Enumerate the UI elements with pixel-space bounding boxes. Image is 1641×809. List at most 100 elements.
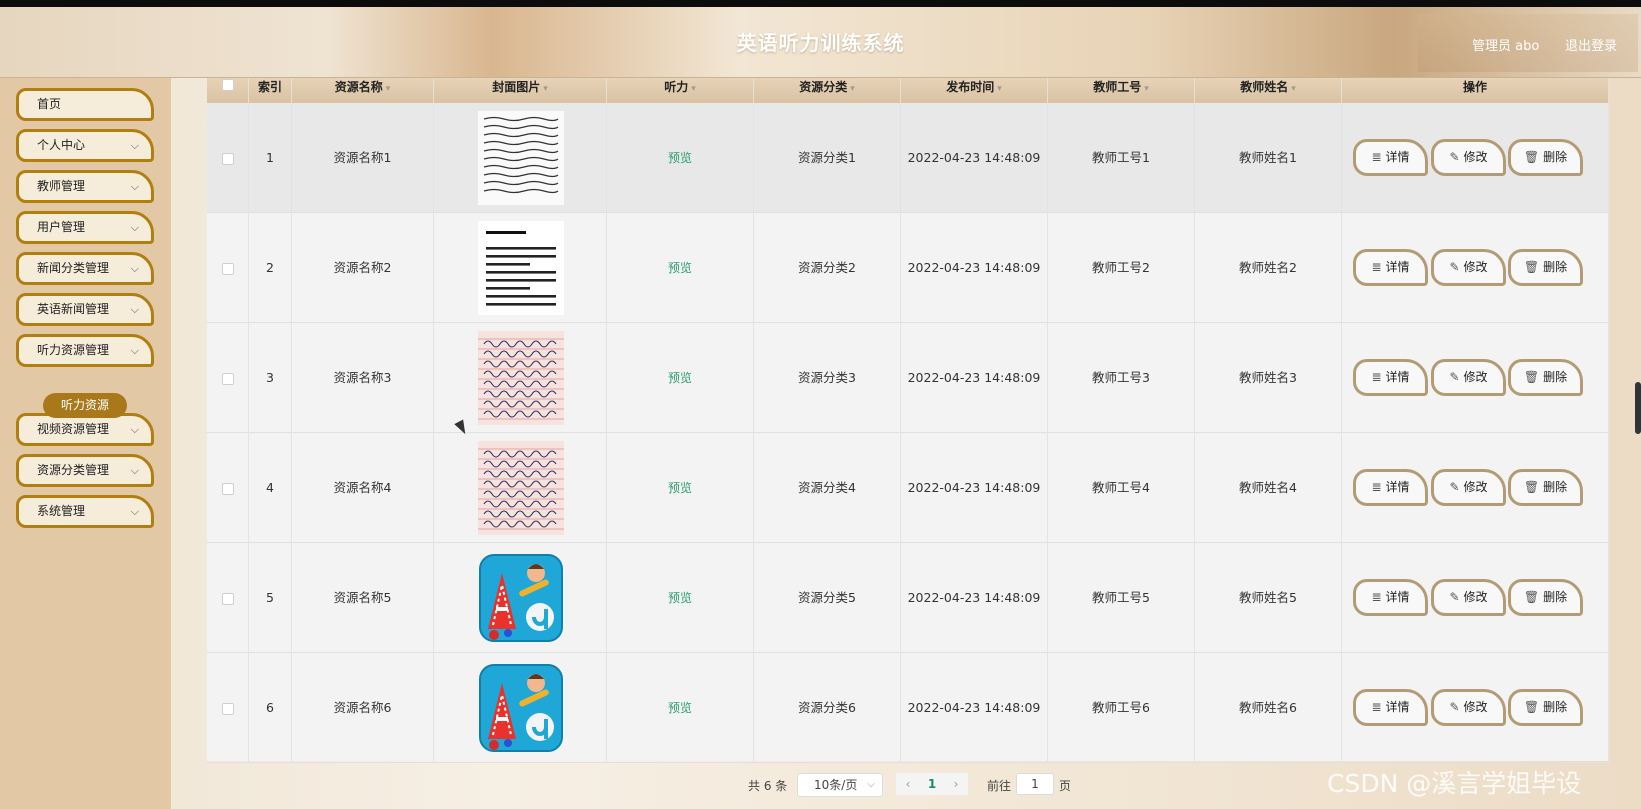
sidebar-item[interactable]: 用户管理 ⌵	[16, 211, 154, 244]
delete-button-label: 删除	[1543, 480, 1568, 494]
edit-button[interactable]: ✎ 修改	[1431, 249, 1506, 286]
column-header[interactable]: 封面图片 ▾	[434, 78, 607, 103]
edit-button[interactable]: ✎ 修改	[1431, 469, 1506, 506]
sidebar-subitem-active[interactable]: 听力资源	[43, 393, 127, 418]
prev-page-button[interactable]: ‹	[896, 773, 920, 795]
delete-button[interactable]: 🗑 删除	[1508, 139, 1583, 176]
cell-teacher-no-text: 教师工号3	[1092, 370, 1150, 385]
cell-index-text: 3	[266, 370, 274, 385]
delete-button[interactable]: 🗑 删除	[1508, 689, 1583, 726]
sort-icon[interactable]: ▾	[1144, 84, 1149, 94]
sidebar-item-label: 资源分类管理	[37, 463, 110, 477]
column-header[interactable]: 听力 ▾	[607, 78, 754, 103]
cell-teacher-name: 教师姓名1	[1195, 103, 1342, 213]
select-all-checkbox[interactable]	[221, 78, 234, 91]
detail-button[interactable]: ≣ 详情	[1353, 469, 1428, 506]
cell-audio-text[interactable]: 预览	[668, 371, 692, 385]
delete-button[interactable]: 🗑 删除	[1508, 359, 1583, 396]
edit-button[interactable]: ✎ 修改	[1431, 139, 1506, 176]
row-checkbox[interactable]	[221, 592, 234, 605]
column-header-label: 资源名称	[334, 80, 383, 94]
goto-page-input[interactable]: 1	[1016, 773, 1054, 795]
sidebar-item[interactable]: 英语新闻管理 ⌵	[16, 293, 154, 326]
column-header-label: 教师姓名	[1240, 80, 1289, 94]
cell-audio-text[interactable]: 预览	[668, 261, 692, 275]
sort-icon[interactable]: ▾	[850, 84, 855, 94]
cell-audio-text[interactable]: 预览	[668, 481, 692, 495]
cell-time-text: 2022-04-23 14:48:09	[907, 370, 1041, 385]
document-icon: ≣	[1371, 590, 1382, 604]
column-header-label: 发布时间	[946, 80, 995, 94]
delete-button[interactable]: 🗑 删除	[1508, 579, 1583, 616]
edit-button[interactable]: ✎ 修改	[1431, 579, 1506, 616]
logout-link[interactable]: 退出登录	[1565, 35, 1617, 54]
column-header[interactable]: 教师姓名 ▾	[1195, 78, 1342, 103]
cell-teacher-no: 教师工号5	[1048, 543, 1195, 653]
row-checkbox[interactable]	[221, 152, 234, 165]
cell-cover	[434, 213, 607, 323]
delete-button[interactable]: 🗑 删除	[1508, 249, 1583, 286]
cell-category: 资源分类5	[754, 543, 901, 653]
sidebar: 首页 个人中心 ⌵ 教师管理 ⌵ 用户管理 ⌵ 新闻分类管理 ⌵ 英语新闻管理 ⌵ 听力资源管理 ⌵ 视频…	[0, 78, 171, 809]
row-checkbox[interactable]	[221, 262, 234, 275]
detail-button[interactable]: ≣ 详情	[1353, 139, 1428, 176]
page-number-current[interactable]: 1	[920, 773, 944, 795]
edit-button[interactable]: ✎ 修改	[1431, 359, 1506, 396]
cell-teacher-name-text: 教师姓名1	[1239, 150, 1297, 165]
table-row[interactable]: 4 资源名称4 预览 资源分类4 2022-04-23 14:48:09 教师工号4 教师姓…	[207, 433, 1609, 543]
sidebar-item[interactable]: 资源分类管理 ⌵	[16, 454, 154, 487]
sort-icon[interactable]: ▾	[1291, 84, 1296, 94]
cell-audio-text[interactable]: 预览	[668, 701, 692, 715]
table-row[interactable]: 6 资源名称6 预览 资源分类6 2022-04-23 14:48:09 教师工号6 教师姓…	[207, 653, 1609, 763]
chevron-down-icon: ⌵	[130, 180, 139, 193]
detail-button[interactable]: ≣ 详情	[1353, 359, 1428, 396]
cell-name: 资源名称6	[292, 653, 434, 763]
column-header[interactable]: 操作	[1342, 78, 1609, 103]
table-row[interactable]: 5 资源名称5 预览 资源分类5 2022-04-23 14:48:09 教师工号5 教师姓…	[207, 543, 1609, 653]
row-checkbox[interactable]	[221, 482, 234, 495]
delete-button[interactable]: 🗑 删除	[1508, 469, 1583, 506]
column-header[interactable]: 资源名称 ▾	[292, 78, 434, 103]
table-row[interactable]: 3 资源名称3 预览 资源分类3 2022-04-23 14:48:09 教师工号3 教师姓…	[207, 323, 1609, 433]
cell-actions: ≣ 详情 ✎ 修改 🗑 删除	[1342, 543, 1609, 653]
sidebar-item-label: 新闻分类管理	[37, 261, 110, 275]
detail-button[interactable]: ≣ 详情	[1353, 249, 1428, 286]
sidebar-item[interactable]: 听力资源管理 ⌵	[16, 334, 154, 367]
sidebar-item[interactable]: 系统管理 ⌵	[16, 495, 154, 528]
sort-icon[interactable]: ▾	[691, 84, 696, 94]
sort-icon[interactable]: ▾	[543, 84, 548, 94]
row-checkbox-cell	[207, 433, 249, 543]
cell-teacher-no: 教师工号1	[1048, 103, 1195, 213]
row-checkbox[interactable]	[221, 702, 234, 715]
cell-cover	[434, 103, 607, 213]
cell-audio-text[interactable]: 预览	[668, 591, 692, 605]
column-header[interactable]: 资源分类 ▾	[754, 78, 901, 103]
column-header[interactable]: 索引	[249, 78, 292, 103]
table-row[interactable]: 2 资源名称2 预览 资源分类2 2022-04-23 14:48:09 教师工号2 教师姓…	[207, 213, 1609, 323]
table-row[interactable]: 1 资源名称1 预览 资源分类1 2022-04-23 14:48:09 教师工号1 教师姓…	[207, 103, 1609, 213]
row-checkbox[interactable]	[221, 372, 234, 385]
header: 英语听力训练系统 管理员 abo 退出登录	[0, 7, 1641, 78]
scrollbar-thumb[interactable]	[1635, 382, 1641, 434]
cell-teacher-no: 教师工号2	[1048, 213, 1195, 323]
cell-cover	[434, 543, 607, 653]
page-size-select[interactable]: 10条/页 ⌵	[797, 773, 883, 797]
next-page-button[interactable]: ›	[944, 773, 968, 795]
column-header[interactable]: 教师工号 ▾	[1048, 78, 1195, 103]
sort-icon[interactable]: ▾	[386, 84, 391, 94]
cell-audio-text[interactable]: 预览	[668, 151, 692, 165]
detail-button[interactable]: ≣ 详情	[1353, 689, 1428, 726]
cell-category-text: 资源分类5	[798, 590, 856, 605]
detail-button[interactable]: ≣ 详情	[1353, 579, 1428, 616]
cell-name-text: 资源名称5	[333, 590, 392, 605]
column-header[interactable]: 发布时间 ▾	[901, 78, 1048, 103]
cell-category-text: 资源分类3	[798, 370, 856, 385]
cell-name-text: 资源名称4	[333, 480, 392, 495]
sort-icon[interactable]: ▾	[997, 84, 1002, 94]
sidebar-item[interactable]: 首页	[16, 88, 154, 121]
sidebar-item[interactable]: 教师管理 ⌵	[16, 170, 154, 203]
row-checkbox-cell	[207, 653, 249, 763]
edit-button[interactable]: ✎ 修改	[1431, 689, 1506, 726]
sidebar-item[interactable]: 新闻分类管理 ⌵	[16, 252, 154, 285]
sidebar-item[interactable]: 个人中心 ⌵	[16, 129, 154, 162]
